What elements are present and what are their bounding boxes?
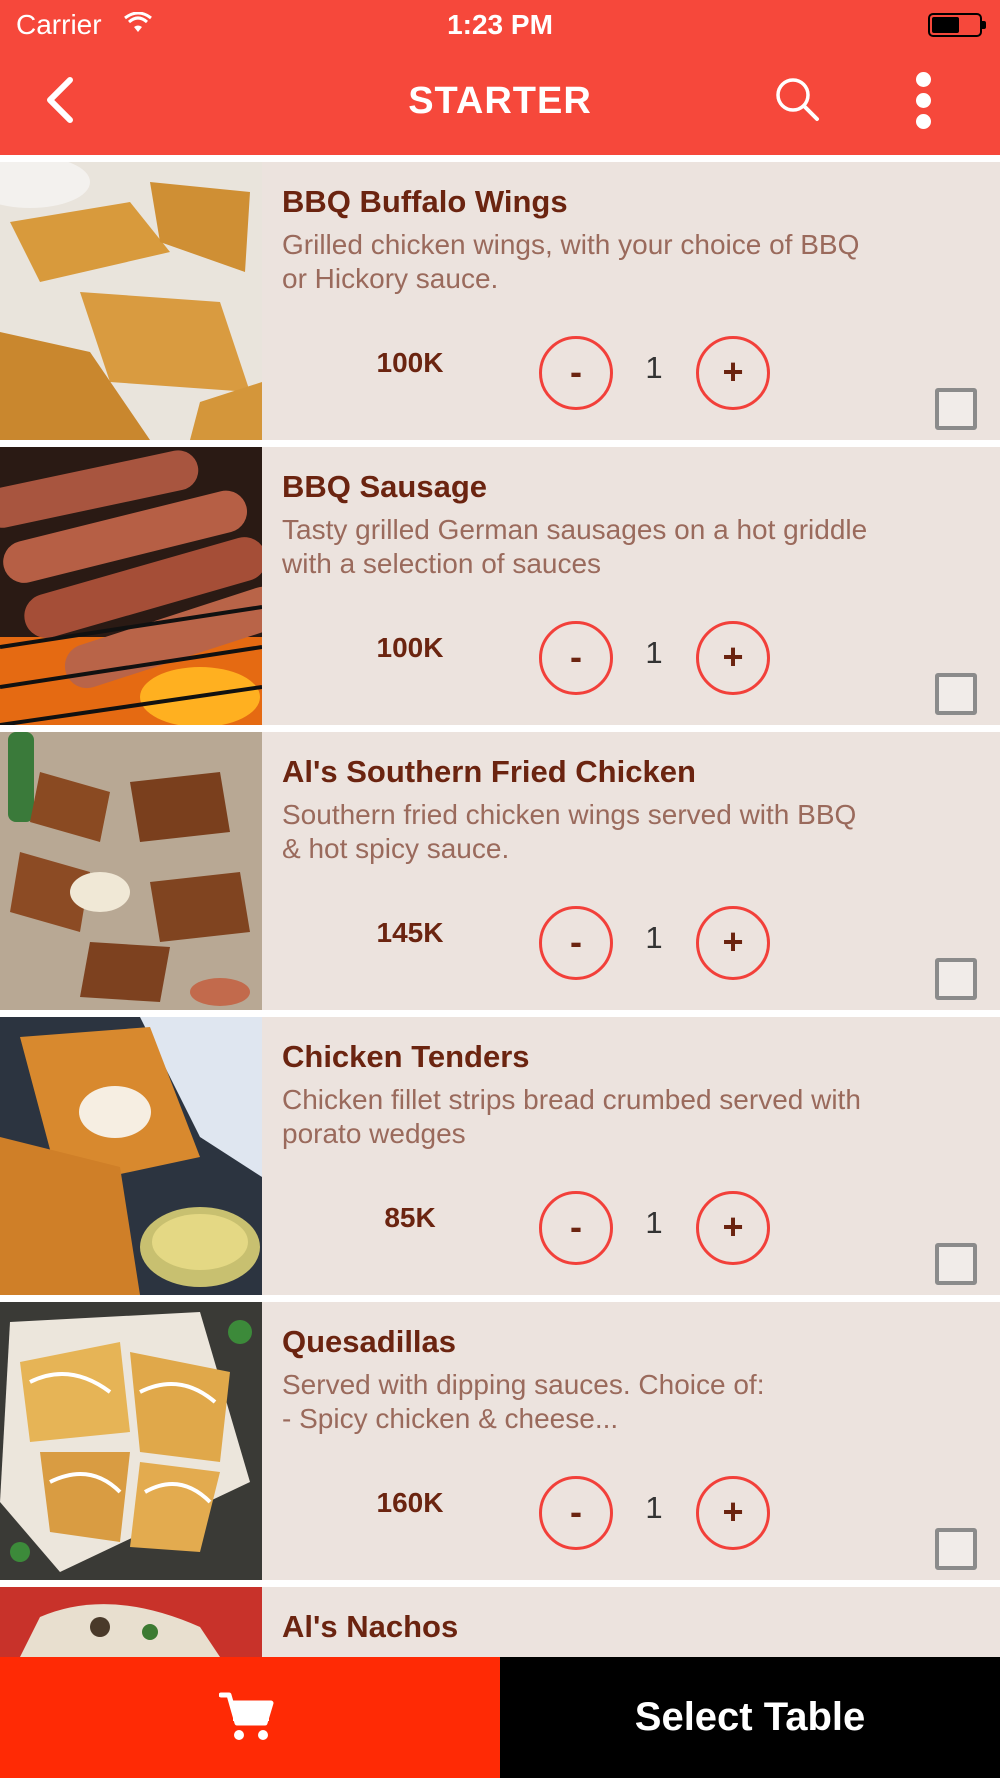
decrease-quantity-button[interactable]: - [539, 906, 613, 980]
item-description: Tasty grilled German sausages on a hot g… [282, 514, 868, 579]
select-table-button[interactable]: Select Table [500, 1657, 1000, 1778]
cart-button[interactable] [0, 1657, 500, 1778]
item-description: Southern fried chicken wings served with… [282, 799, 857, 864]
item-name: BBQ Sausage [282, 469, 488, 504]
increase-quantity-button[interactable]: + [696, 621, 770, 695]
item-quantity: 1 [645, 635, 663, 670]
select-item-checkbox[interactable] [935, 388, 977, 430]
item-name: Al's Southern Fried Chicken [282, 754, 696, 789]
food-image [0, 447, 262, 725]
item-quantity: 1 [645, 350, 663, 385]
app-header: Carrier 1:23 PM STARTER [0, 0, 1000, 155]
item-price: 100K [376, 632, 444, 663]
food-image [0, 1302, 262, 1580]
select-item-checkbox[interactable] [935, 1528, 977, 1570]
list-item: Al's Southern Fried Chicken Southern fri… [0, 732, 1000, 1010]
increase-quantity-button[interactable]: + [696, 906, 770, 980]
increase-quantity-button[interactable]: + [696, 1476, 770, 1550]
decrease-quantity-button[interactable]: - [539, 336, 613, 410]
item-quantity: 1 [645, 1490, 663, 1525]
item-name: Al's Nachos [282, 1609, 459, 1644]
item-name: BBQ Buffalo Wings [282, 184, 568, 219]
list-item: Quesadillas Served with dipping sauces. … [0, 1302, 1000, 1580]
list-item: BBQ Buffalo Wings Grilled chicken wings,… [0, 162, 1000, 440]
bottom-bar: Select Table [0, 1657, 1000, 1778]
select-item-checkbox[interactable] [935, 1243, 977, 1285]
cart-icon [219, 1692, 274, 1740]
food-image [0, 732, 262, 1010]
item-price: 160K [376, 1487, 444, 1518]
status-time: 1:23 PM [447, 9, 553, 40]
item-description: Chicken fillet strips bread crumbed serv… [282, 1084, 861, 1149]
item-price: 85K [384, 1202, 436, 1233]
battery-icon [928, 13, 986, 37]
list-item: Chicken Tenders Chicken fillet strips br… [0, 1017, 1000, 1295]
item-description: Served with dipping sauces. Choice of: -… [282, 1369, 765, 1434]
item-quantity: 1 [645, 1205, 663, 1240]
more-options-icon[interactable] [910, 72, 936, 129]
decrease-quantity-button[interactable]: - [539, 621, 613, 695]
item-price: 145K [376, 917, 444, 948]
item-price: 100K [376, 347, 444, 378]
list-item: Al's Nachos [0, 1587, 1000, 1657]
list-item: BBQ Sausage Tasty grilled German sausage… [0, 447, 1000, 725]
item-quantity: 1 [645, 920, 663, 955]
select-item-checkbox[interactable] [935, 958, 977, 1000]
search-icon[interactable] [774, 76, 820, 122]
increase-quantity-button[interactable]: + [696, 336, 770, 410]
food-image [0, 1017, 262, 1295]
select-item-checkbox[interactable] [935, 673, 977, 715]
page-title: STARTER [408, 80, 592, 122]
decrease-quantity-button[interactable]: - [539, 1476, 613, 1550]
item-description: Grilled chicken wings, with your choice … [282, 229, 860, 294]
item-name: Quesadillas [282, 1324, 457, 1359]
food-image [0, 1587, 262, 1657]
status-bar: Carrier 1:23 PM [0, 0, 1000, 50]
increase-quantity-button[interactable]: + [696, 1191, 770, 1265]
item-name: Chicken Tenders [282, 1039, 530, 1074]
food-image [0, 162, 262, 440]
decrease-quantity-button[interactable]: - [539, 1191, 613, 1265]
